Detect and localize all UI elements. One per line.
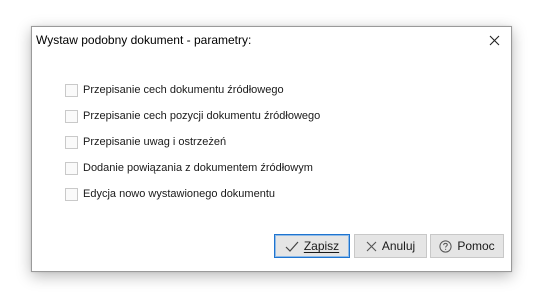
close-button[interactable] — [477, 27, 511, 53]
save-button-label: Zapisz — [303, 239, 340, 253]
option-label: Przepisanie cech pozycji dokumentu źródł… — [83, 110, 321, 122]
cancel-button[interactable]: Anuluj — [354, 234, 427, 258]
option-copy-document-features[interactable]: Przepisanie cech dokumentu źródłowego — [65, 77, 320, 103]
cancel-button-label: Anuluj — [381, 239, 416, 253]
help-button[interactable]: Pomoc — [430, 234, 504, 258]
checkbox[interactable] — [65, 109, 78, 123]
option-label: Przepisanie uwag i ostrzeżeń — [83, 136, 227, 148]
option-label: Dodanie powiązania z dokumentem źródłowy… — [83, 162, 313, 174]
checkbox[interactable] — [65, 135, 78, 149]
option-label: Przepisanie cech dokumentu źródłowego — [83, 84, 284, 96]
option-label: Edycja nowo wystawionego dokumentu — [83, 188, 276, 200]
question-circle-icon — [439, 239, 452, 253]
checkbox[interactable] — [65, 187, 78, 201]
option-link-source-document[interactable]: Dodanie powiązania z dokumentem źródłowy… — [65, 155, 320, 181]
checkbox[interactable] — [65, 161, 78, 175]
dialog-title: Wystaw podobny dokument - parametry: — [36, 33, 252, 47]
option-copy-item-features[interactable]: Przepisanie cech pozycji dokumentu źródł… — [65, 103, 320, 129]
close-icon — [366, 241, 377, 252]
checkmark-icon — [285, 241, 299, 252]
dialog-titlebar: Wystaw podobny dokument - parametry: — [32, 27, 511, 53]
dialog-window: Wystaw podobny dokument - parametry: Prz… — [31, 26, 512, 272]
help-button-label: Pomoc — [457, 239, 495, 253]
option-edit-new-document[interactable]: Edycja nowo wystawionego dokumentu — [65, 181, 320, 207]
checkbox[interactable] — [65, 83, 78, 97]
option-copy-notes-warnings[interactable]: Przepisanie uwag i ostrzeżeń — [65, 129, 320, 155]
close-icon — [489, 35, 499, 45]
options-list: Przepisanie cech dokumentu źródłowego Pr… — [65, 77, 320, 207]
save-button[interactable]: Zapisz — [274, 234, 350, 258]
